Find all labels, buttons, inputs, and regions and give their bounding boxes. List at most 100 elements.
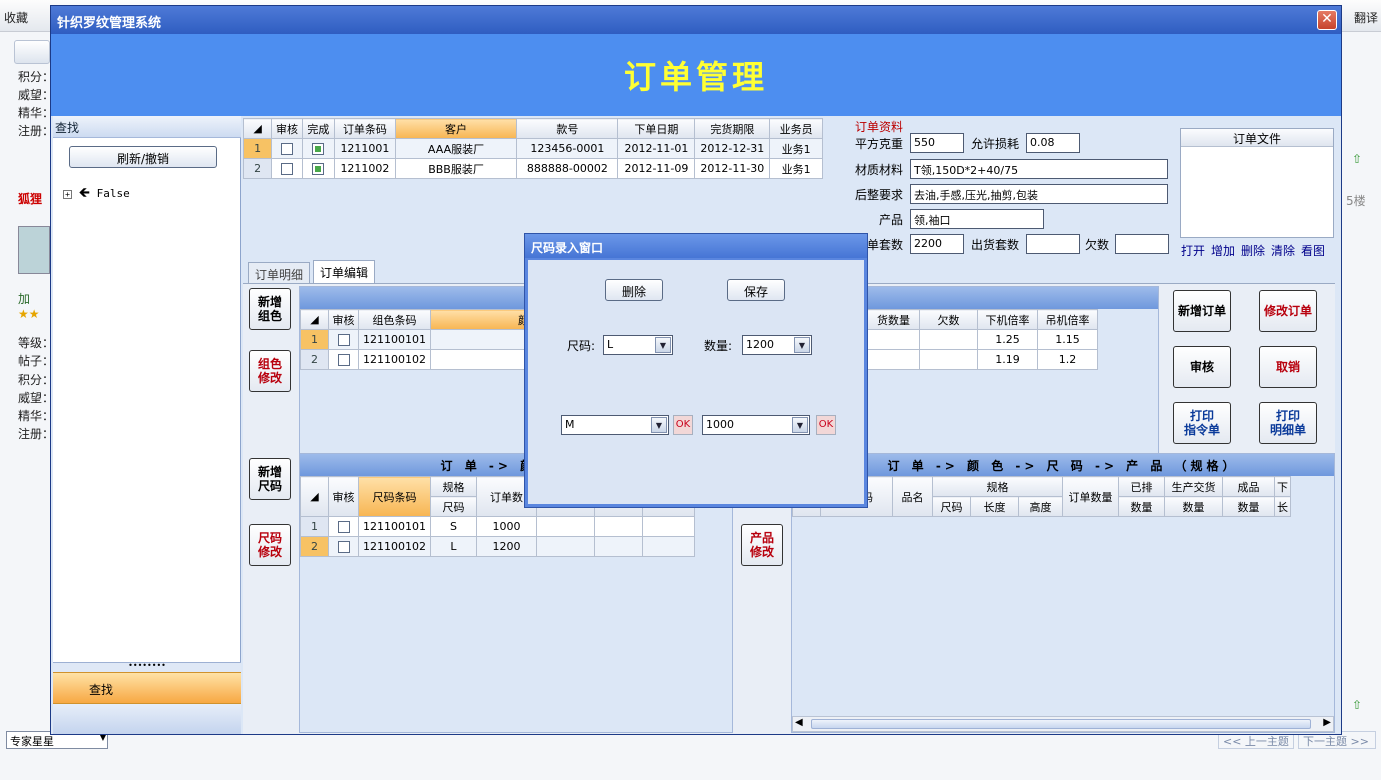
favorites-label[interactable]: 收藏 <box>4 9 28 26</box>
col-header[interactable]: 高度 <box>1018 496 1063 517</box>
col-header[interactable]: 业务员 <box>769 118 823 139</box>
edit-color-button[interactable]: 组色 修改 <box>249 350 291 392</box>
new-color-button[interactable]: 新增 组色 <box>249 288 291 330</box>
done-checkbox[interactable] <box>301 138 336 159</box>
col-header[interactable]: 长 <box>1274 496 1291 517</box>
chevron-down-icon[interactable]: ▼ <box>651 417 667 433</box>
table-row[interactable]: 1 121100101 S 1000 <box>300 516 695 537</box>
new-size-button[interactable]: 新增 尺码 <box>249 458 291 500</box>
col-header[interactable]: 下机倍率 <box>977 309 1038 330</box>
ok-button[interactable]: OK <box>673 415 693 435</box>
cancel-button[interactable]: 取销 <box>1259 346 1317 388</box>
col-header[interactable]: 规格 <box>932 476 1063 497</box>
print-command-button[interactable]: 打印 指令单 <box>1173 402 1231 444</box>
col-header[interactable]: 完货期限 <box>694 118 771 139</box>
chevron-down-icon[interactable]: ▼ <box>655 337 671 353</box>
edit-size-button[interactable]: 尺码 修改 <box>249 524 291 566</box>
browser-tab-icon[interactable] <box>14 40 50 64</box>
cell: 121100102 <box>358 536 431 557</box>
col-header[interactable]: 审核 <box>271 118 303 139</box>
quantity-select[interactable]: 1200 ▼ <box>742 335 812 355</box>
user-name[interactable]: 狐狸 <box>18 190 42 207</box>
sets-field[interactable]: 2200 <box>910 234 964 254</box>
scroll-thumb[interactable] <box>811 719 1311 729</box>
field-label: 后整要求 <box>855 188 904 202</box>
table-row[interactable]: 2 1211002 BBB服装厂 888888-00002 2012-11-09… <box>242 158 823 179</box>
done-checkbox[interactable] <box>301 158 336 179</box>
delete-button[interactable]: 删除 <box>605 279 663 301</box>
print-detail-button[interactable]: 打印 明细单 <box>1259 402 1317 444</box>
chevron-down-icon[interactable]: ▼ <box>794 337 810 353</box>
col-header[interactable]: 数量 <box>1222 496 1275 517</box>
sqm-weight-field[interactable]: 550 <box>910 133 964 153</box>
col-header[interactable]: 审核 <box>328 476 359 517</box>
col-header[interactable]: 品名 <box>892 476 933 517</box>
col-header[interactable]: 尺码 <box>932 496 971 517</box>
shipped-field[interactable] <box>1026 234 1080 254</box>
product-field[interactable]: 领,袖口 <box>910 209 1044 229</box>
find-nav-button[interactable]: 查找 <box>53 672 241 704</box>
approved-checkbox[interactable] <box>328 516 359 537</box>
row2-size-select[interactable]: M ▼ <box>561 415 669 435</box>
col-header[interactable]: 审核 <box>328 309 359 330</box>
approved-checkbox[interactable] <box>328 536 359 557</box>
save-button[interactable]: 保存 <box>727 279 785 301</box>
col-header[interactable]: 货数量 <box>867 309 920 330</box>
add-friend-label[interactable]: 加 <box>18 290 30 307</box>
approve-button[interactable]: 审核 <box>1173 346 1231 388</box>
refresh-button[interactable]: 刷新/撤销 <box>69 146 217 168</box>
col-header[interactable]: 吊机倍率 <box>1037 309 1098 330</box>
approved-checkbox[interactable] <box>328 329 359 350</box>
up-arrow-icon[interactable]: ⇧ <box>1352 152 1362 166</box>
col-header[interactable]: 长度 <box>970 496 1019 517</box>
col-header[interactable]: 订单数量 <box>1062 476 1119 517</box>
chevron-down-icon[interactable]: ▼ <box>792 417 808 433</box>
approved-checkbox[interactable] <box>271 138 303 159</box>
approved-checkbox[interactable] <box>271 158 303 179</box>
col-header[interactable]: 欠数 <box>919 309 978 330</box>
col-header[interactable]: 规格 <box>430 476 477 497</box>
col-header[interactable]: 组色条码 <box>358 309 431 330</box>
col-header[interactable]: 订单条码 <box>334 118 396 139</box>
loss-field[interactable]: 0.08 <box>1026 133 1080 153</box>
chevron-left-icon[interactable]: ◀ <box>795 717 803 728</box>
approved-checkbox[interactable] <box>328 349 359 370</box>
orders-grid: ◢ 审核 完成 订单条码 客户 款号 下单日期 完货期限 业务员 1 12110… <box>242 118 823 179</box>
material-field[interactable]: T领,150D*2+40/75 <box>910 159 1168 179</box>
tab-order-detail[interactable]: 订单明细 <box>248 262 311 284</box>
col-header[interactable]: 生产交货 <box>1164 476 1223 497</box>
col-header[interactable]: 下单日期 <box>617 118 696 139</box>
tab-order-edit[interactable]: 订单编辑 <box>313 260 376 284</box>
col-header[interactable]: 下 <box>1274 476 1291 497</box>
col-header[interactable]: 成品 <box>1222 476 1275 497</box>
col-header[interactable]: 款号 <box>516 118 619 139</box>
new-order-button[interactable]: 新增订单 <box>1173 290 1231 332</box>
owed-field[interactable] <box>1115 234 1169 254</box>
splitter-handle[interactable]: •••••••• <box>53 662 241 672</box>
size-select[interactable]: L ▼ <box>603 335 673 355</box>
ok-button[interactable]: OK <box>816 415 836 435</box>
col-header[interactable]: 数量 <box>1164 496 1223 517</box>
col-header[interactable]: 尺码 <box>430 496 477 517</box>
edit-order-button[interactable]: 修改订单 <box>1259 290 1317 332</box>
col-header[interactable]: 已排 <box>1118 476 1165 497</box>
edit-product-button[interactable]: 产品 修改 <box>741 524 783 566</box>
finish-field[interactable]: 去油,手感,压光,抽剪,包装 <box>910 184 1168 204</box>
table-row[interactable]: 2 121100102 L 1200 <box>300 536 695 557</box>
table-row[interactable]: 1.19 1.2 <box>867 349 1098 370</box>
order-files-box[interactable]: 订单文件 <box>1180 128 1334 238</box>
expand-icon[interactable]: + <box>63 189 72 199</box>
row2-quantity-select[interactable]: 1000 ▼ <box>702 415 810 435</box>
tree-node[interactable]: + 🡸 False <box>63 182 130 206</box>
col-header[interactable]: 客户 <box>394 118 518 139</box>
close-button[interactable]: ✕ <box>1317 10 1337 30</box>
col-header[interactable]: 尺码条码 <box>358 476 431 517</box>
translate-label[interactable]: 翻译 <box>1354 9 1378 26</box>
table-row[interactable]: 1 1211001 AAA服装厂 123456-0001 2012-11-01 … <box>242 138 823 159</box>
col-header[interactable]: 数量 <box>1118 496 1165 517</box>
col-header[interactable]: 完成 <box>301 118 336 139</box>
table-row[interactable]: 1.25 1.15 <box>867 329 1098 350</box>
up-arrow-icon[interactable]: ⇧ <box>1352 698 1362 712</box>
chevron-right-icon[interactable]: ▶ <box>1323 717 1331 728</box>
horizontal-scrollbar[interactable]: ◀ ▶ <box>792 716 1334 732</box>
